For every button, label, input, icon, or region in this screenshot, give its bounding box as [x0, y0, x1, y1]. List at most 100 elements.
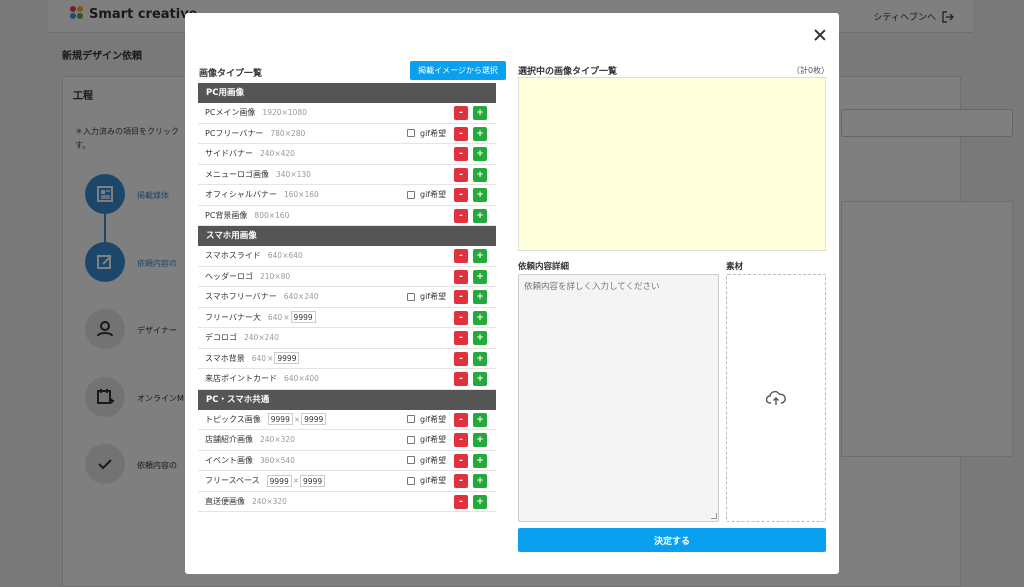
increase-button[interactable]: +	[473, 188, 487, 202]
increase-button[interactable]: +	[473, 290, 487, 304]
decrease-button[interactable]: -	[454, 167, 468, 182]
select-from-image-button[interactable]: 掲載イメージから選択	[410, 61, 506, 80]
image-type-row: スマホフリーバナー 640×240 gif希望 - +	[198, 287, 496, 308]
increase-button[interactable]: +	[473, 269, 487, 284]
image-size-text: 640×400	[284, 374, 319, 384]
decrease-button[interactable]: -	[454, 412, 468, 427]
increase-button[interactable]: +	[473, 126, 487, 141]
increase-button[interactable]: +	[473, 208, 487, 223]
decrease-button[interactable]: -	[454, 453, 468, 468]
image-type-row: フリーバナー大 640 × 9999 - +	[198, 308, 496, 328]
increase-button[interactable]: +	[473, 433, 487, 447]
image-type-modal: 画像タイプ一覧 掲載イメージから選択 PC用画像 PCメイン画像 1920×1080…	[185, 13, 839, 574]
image-type-label: スマホスライド	[205, 251, 261, 261]
section-header: スマホ用画像	[198, 226, 496, 246]
decrease-button[interactable]: -	[454, 126, 468, 141]
increase-button[interactable]: +	[473, 331, 487, 345]
image-size-text: 640×240	[283, 292, 319, 302]
increase-button[interactable]: +	[473, 474, 487, 488]
decrease-button[interactable]: -	[454, 310, 468, 325]
decrease-button[interactable]: -	[454, 331, 468, 345]
height-input[interactable]: 9999	[290, 311, 316, 324]
close-icon[interactable]	[813, 28, 827, 42]
image-type-row: イベント画像 360×540 gif希望 - +	[198, 451, 496, 471]
increase-button[interactable]: +	[473, 106, 487, 120]
gif-option[interactable]: gif希望	[407, 128, 446, 139]
decrease-button[interactable]: -	[454, 290, 468, 304]
increase-button[interactable]: +	[473, 310, 487, 325]
image-type-list-title: 画像タイプ一覧	[199, 69, 263, 79]
gif-option[interactable]: gif希望	[407, 434, 446, 445]
gif-checkbox[interactable]	[407, 190, 415, 199]
image-type-label: スマホ背景	[205, 353, 245, 363]
image-size-text: 800×160	[254, 210, 290, 220]
gif-option[interactable]: gif希望	[407, 189, 446, 200]
request-detail-label: 依頼内容詳細	[518, 262, 570, 272]
selected-image-list	[518, 77, 826, 251]
increase-button[interactable]: +	[473, 351, 487, 366]
image-size-text: 1920×1080	[262, 108, 307, 118]
image-size-text: 360×540	[260, 455, 295, 465]
image-type-list-content: PC用画像 PCメイン画像 1920×1080- + PCフリーバナー 780×280 gi…	[198, 83, 496, 512]
image-type-label: スマホフリーバナー	[205, 292, 277, 302]
material-drop-zone[interactable]	[726, 274, 826, 522]
increase-button[interactable]: +	[473, 147, 487, 161]
increase-button[interactable]: +	[473, 494, 487, 509]
width-input[interactable]: 9999	[266, 474, 292, 487]
height-input[interactable]: 9999	[300, 474, 326, 487]
image-type-row: サイドバナー 240×420 - +	[198, 144, 496, 165]
decrease-button[interactable]: -	[454, 208, 468, 223]
gif-checkbox[interactable]	[407, 435, 415, 444]
image-size-text: 240×320	[252, 496, 287, 506]
gif-label: gif希望	[420, 435, 447, 444]
increase-button[interactable]: +	[473, 412, 487, 427]
decrease-button[interactable]: -	[454, 188, 468, 202]
decrease-button[interactable]: -	[454, 147, 468, 161]
decrease-button[interactable]: -	[454, 269, 468, 284]
gif-checkbox[interactable]	[407, 456, 415, 464]
gif-option[interactable]: gif希望	[407, 475, 446, 486]
image-size: 240×320	[260, 435, 295, 444]
gif-checkbox[interactable]	[407, 476, 415, 485]
image-type-row: スマホ背景 640 × 9999 - +	[198, 349, 496, 369]
image-type-row: PCフリーバナー 780×280 gif希望 - +	[198, 124, 496, 144]
image-size: 640×640	[268, 251, 303, 260]
section-header: PC用画像	[198, 83, 496, 103]
gif-option[interactable]: gif希望	[407, 414, 446, 425]
decrease-button[interactable]: -	[454, 249, 468, 263]
height-input[interactable]: 9999	[301, 413, 327, 426]
image-type-label: PCフリーバナー	[205, 128, 264, 138]
height-input[interactable]: 9999	[274, 352, 300, 365]
decrease-button[interactable]: -	[454, 351, 468, 366]
increase-button[interactable]: +	[473, 167, 487, 182]
increase-button[interactable]: +	[473, 249, 487, 263]
image-type-list[interactable]: PC用画像 PCメイン画像 1920×1080- + PCフリーバナー 780×280 gi…	[198, 83, 506, 524]
gif-option[interactable]: gif希望	[407, 291, 446, 302]
decrease-button[interactable]: -	[454, 474, 468, 488]
gif-option[interactable]: gif希望	[407, 455, 446, 466]
image-type-row: 店舗紹介画像 240×320 gif希望 - +	[198, 430, 496, 451]
width-input[interactable]: 9999	[267, 413, 293, 426]
gif-checkbox[interactable]	[407, 292, 415, 301]
decrease-button[interactable]: -	[454, 433, 468, 447]
increase-button[interactable]: +	[473, 453, 487, 468]
image-size: 340×130	[276, 170, 311, 179]
increase-button[interactable]: +	[473, 372, 487, 386]
image-size: 640 × 9999	[268, 311, 316, 324]
image-type-label: 来店ポイントカード	[205, 374, 277, 384]
decrease-button[interactable]: -	[454, 106, 468, 120]
request-detail-input[interactable]	[518, 274, 719, 522]
image-type-row: 来店ポイントカード 640×400 - +	[198, 369, 496, 390]
image-type-label: イベント画像	[205, 455, 253, 465]
image-size: 640 × 9999	[252, 352, 300, 365]
resize-handle-icon[interactable]	[711, 513, 717, 519]
decrease-button[interactable]: -	[454, 494, 468, 509]
gif-checkbox[interactable]	[407, 415, 415, 423]
submit-button[interactable]: 決定する	[518, 528, 826, 552]
image-size: 240×420	[260, 149, 295, 158]
image-size: 800×160	[254, 211, 289, 220]
gif-checkbox[interactable]	[407, 129, 415, 137]
image-type-row: PC背景画像 800×160 - +	[198, 206, 496, 226]
image-size-text: 160×160	[283, 190, 319, 200]
decrease-button[interactable]: -	[454, 372, 468, 386]
